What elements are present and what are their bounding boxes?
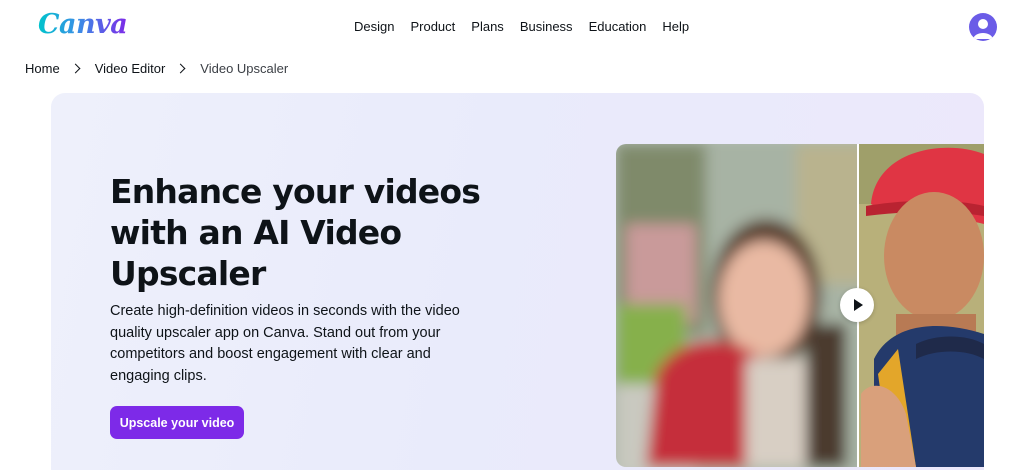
nav-item-education[interactable]: Education xyxy=(589,19,647,34)
page-title: Enhance your videos with an AI Video Ups… xyxy=(110,172,481,293)
main-nav: Design Product Plans Business Education … xyxy=(354,19,689,34)
play-icon xyxy=(854,299,863,311)
nav-item-help[interactable]: Help xyxy=(662,19,689,34)
breadcrumb-video-upscaler: Video Upscaler xyxy=(200,61,289,76)
breadcrumb: Home Video Editor Video Upscaler xyxy=(25,61,288,76)
user-avatar[interactable] xyxy=(969,13,997,41)
before-after-video-preview[interactable] xyxy=(616,144,984,467)
chevron-right-icon xyxy=(70,63,81,74)
nav-item-product[interactable]: Product xyxy=(410,19,455,34)
nav-item-business[interactable]: Business xyxy=(520,19,573,34)
comparison-image xyxy=(616,144,984,467)
breadcrumb-home[interactable]: Home xyxy=(25,61,60,76)
chevron-right-icon xyxy=(175,63,186,74)
user-icon xyxy=(973,19,993,39)
upscale-video-button[interactable]: Upscale your video xyxy=(110,406,244,439)
hero-section: Enhance your videos with an AI Video Ups… xyxy=(51,93,984,470)
nav-item-plans[interactable]: Plans xyxy=(471,19,504,34)
breadcrumb-video-editor[interactable]: Video Editor xyxy=(95,61,166,76)
canva-logo[interactable]: Canva xyxy=(38,9,128,40)
hero-description: Create high-definition videos in seconds… xyxy=(110,303,460,384)
nav-item-design[interactable]: Design xyxy=(354,19,394,34)
play-button[interactable] xyxy=(840,288,874,322)
top-navigation-bar: Canva Design Product Plans Business Educ… xyxy=(0,0,1024,54)
